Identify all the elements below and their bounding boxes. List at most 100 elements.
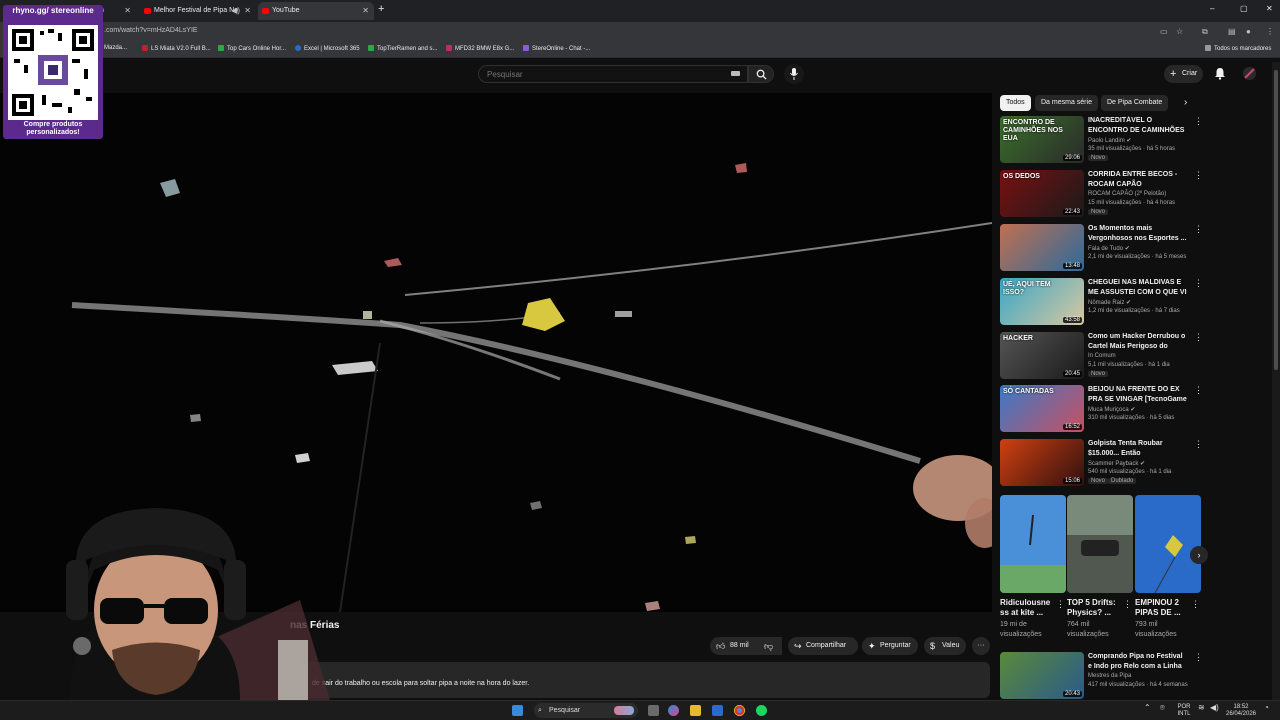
scrollbar-thumb[interactable] (1274, 70, 1278, 370)
channel-name[interactable]: In Comum (1088, 353, 1116, 359)
recommendation-thumbnail[interactable]: ENCONTRO DE CAMINHÕES NOS EUA 29:06 (1000, 116, 1084, 163)
sidepanel-icon[interactable]: ▤ (1228, 27, 1236, 36)
bookmark-item[interactable]: Mazda... (104, 45, 127, 51)
chip-all[interactable]: Todos (1000, 95, 1031, 111)
kebab-icon[interactable]: ⋮ (1194, 116, 1203, 127)
short-thumbnail[interactable] (1067, 495, 1133, 593)
recommendation-thumbnail[interactable]: 20:43 (1000, 652, 1084, 699)
kebab-icon[interactable]: ⋮ (1194, 652, 1203, 663)
volume-icon[interactable]: ◀) (1210, 704, 1219, 712)
close-tab-icon[interactable]: ✕ (244, 2, 251, 20)
location-icon[interactable]: ⌾ (1160, 704, 1165, 712)
chrome-icon[interactable] (734, 705, 745, 716)
bookmark-item[interactable]: TopTierRamen and s... (368, 45, 437, 52)
channel-name[interactable]: Muca Muriçoca ✔ (1088, 406, 1135, 413)
description-box[interactable]: de sair do trabalho ou escola para solta… (300, 662, 990, 698)
bookmark-item[interactable]: MFD32 BMW E8x G... (446, 45, 514, 52)
channel-name[interactable]: Nômade Raiz ✔ (1088, 299, 1131, 306)
channel-name[interactable]: Scammer Payback ✔ (1088, 460, 1145, 467)
short-item[interactable]: TOP 5 Drifts: Physics? ... ⋮ 764 mil vis… (1067, 495, 1133, 638)
kebab-icon[interactable]: ⋮ (1194, 224, 1203, 235)
cast-icon[interactable]: ▭ (1160, 27, 1168, 36)
kebab-icon[interactable]: ⋮ (1194, 385, 1203, 396)
kebab-icon[interactable]: ⋮ (1194, 170, 1203, 181)
search-button[interactable] (748, 65, 774, 83)
chip-same-series[interactable]: Da mesma série (1035, 95, 1098, 111)
recommendation-thumbnail[interactable]: OS DEDOS 22:43 (1000, 170, 1084, 217)
account-avatar[interactable] (1243, 67, 1256, 80)
maximize-icon[interactable]: ▢ (1240, 4, 1248, 13)
thanks-button[interactable]: $ Valeu (924, 637, 966, 655)
file-explorer-icon[interactable] (690, 705, 701, 716)
address-bar[interactable]: .com/watch?v=mHzAD4LsYIE ▭ ☆ ⧉ ▤ ● ⋮ (0, 22, 1280, 42)
menu-icon[interactable]: ⋮ (1266, 27, 1274, 36)
close-tab-icon[interactable]: ✕ (362, 2, 369, 20)
url-text[interactable]: .com/watch?v=mHzAD4LsYIE (104, 27, 198, 34)
create-button[interactable]: + Criar (1164, 65, 1204, 83)
voice-search-button[interactable] (784, 64, 804, 84)
task-view-icon[interactable] (648, 705, 659, 716)
notifications-icon[interactable]: ◔ (1264, 704, 1269, 712)
recommendation-item[interactable]: 20:43 Comprando Pipa no Festival e Indo … (1000, 652, 1203, 702)
tab-2[interactable]: Melhor Festival de Pipa No ◀) ✕ (140, 2, 256, 20)
kebab-icon[interactable]: ⋮ (1191, 599, 1200, 610)
star-icon[interactable]: ☆ (1176, 27, 1183, 36)
kebab-icon[interactable]: ⋮ (1123, 599, 1132, 610)
copilot-icon[interactable] (668, 705, 679, 716)
recommendation-thumbnail[interactable]: UÉ, AQUI TEM ISSO? 43:58 (1000, 278, 1084, 325)
channel-name[interactable]: Paolo Landim ✔ (1088, 137, 1131, 144)
all-bookmarks[interactable]: Todos os marcadores (1205, 45, 1271, 52)
recommendation-thumbnail[interactable]: SÓ CANTADAS 16:52 (1000, 385, 1084, 432)
short-thumbnail[interactable] (1000, 495, 1066, 593)
recommendation-item[interactable]: UÉ, AQUI TEM ISSO? 43:58 CHEGUEI NAS MALDI… (1000, 278, 1203, 328)
recommendation-item[interactable]: SÓ CANTADAS 16:52 BEIJOU NA FRENTE DO EX P… (1000, 385, 1203, 435)
recommendation-thumbnail[interactable]: 15:06 (1000, 439, 1084, 486)
taskbar-search[interactable]: ⌕ Pesquisar (534, 703, 638, 718)
recommendation-thumbnail[interactable]: HACKER 20:45 (1000, 332, 1084, 379)
close-tab-icon[interactable]: ✕ (124, 2, 131, 20)
language-indicator[interactable]: POR INTL (1174, 704, 1194, 718)
wifi-icon[interactable]: ≋ (1198, 704, 1205, 712)
share-button[interactable]: ↪ Compartilhar (788, 637, 858, 655)
kebab-icon[interactable]: ⋮ (1194, 278, 1203, 289)
notifications-bell-icon[interactable] (1214, 67, 1226, 80)
short-item[interactable]: Ridiculousne ss at kite ... ⋮ 19 mi de v… (1000, 495, 1066, 638)
bookmark-item[interactable]: LS Miata V2.0 Full B... (142, 45, 211, 52)
recommendation-item[interactable]: 15:06 Golpista Tenta Roubar $15.000... En… (1000, 439, 1203, 489)
bookmark-item[interactable]: Top Cars Online Hor... (218, 45, 286, 52)
kebab-icon[interactable]: ⋮ (1194, 439, 1203, 450)
clock[interactable]: 18:52 26/04/2026 (1222, 704, 1260, 718)
new-tab-icon[interactable]: + (378, 3, 384, 15)
shorts-next-button[interactable]: › (1190, 546, 1208, 564)
recommendation-item[interactable]: OS DEDOS 22:43 CORRIDA ENTRE BECOS - ROCAM… (1000, 170, 1203, 220)
chevron-right-icon[interactable]: › (1184, 97, 1187, 108)
bookmark-item[interactable]: StereOnline - Chat -... (523, 45, 590, 52)
extensions-icon[interactable]: ⧉ (1202, 27, 1208, 37)
more-actions-button[interactable]: ··· (972, 637, 990, 655)
store-icon[interactable] (712, 705, 723, 716)
close-window-icon[interactable]: ✕ (1266, 4, 1273, 13)
chevron-up-icon[interactable]: ⌃ (1144, 704, 1151, 712)
chip-pipa-combate[interactable]: De Pipa Combate (1101, 95, 1169, 111)
recommendation-thumbnail[interactable]: 13:48 (1000, 224, 1084, 271)
profile-icon[interactable]: ● (1246, 27, 1251, 36)
short-item[interactable]: EMPINOU 2 PIPAS DE ... ⋮ 793 mil visuali… (1135, 495, 1201, 638)
speaker-icon[interactable]: ◀) (231, 2, 240, 20)
spotify-icon[interactable] (756, 705, 767, 716)
keyboard-icon[interactable] (731, 71, 740, 76)
channel-name[interactable]: ROCAM CAPÃO (2º Pelotão) (1088, 191, 1166, 197)
channel-name[interactable]: Mestres da Pipa (1088, 673, 1131, 679)
tab-3[interactable]: YouTube ✕ (258, 2, 374, 20)
search-input[interactable] (478, 65, 748, 83)
recommendation-item[interactable]: HACKER 20:45 Como um Hacker Derrubou o Car… (1000, 332, 1203, 382)
page-scrollbar[interactable] (1272, 62, 1280, 700)
recommendation-item[interactable]: ENCONTRO DE CAMINHÕES NOS EUA 29:06 INACRE… (1000, 116, 1203, 166)
dislike-button[interactable]: 👎︎ (758, 637, 782, 655)
minimize-icon[interactable]: – (1210, 4, 1214, 13)
bookmark-item[interactable]: Excel | Microsoft 365 (295, 45, 360, 52)
ask-button[interactable]: ✦ Perguntar (862, 637, 918, 655)
channel-name[interactable]: Fala de Tudo ✔ (1088, 245, 1130, 252)
recommendation-item[interactable]: 13:48 Os Momentos mais Vergonhosos nos Es… (1000, 224, 1203, 274)
kebab-icon[interactable]: ⋮ (1194, 332, 1203, 343)
kebab-icon[interactable]: ⋮ (1056, 599, 1065, 610)
